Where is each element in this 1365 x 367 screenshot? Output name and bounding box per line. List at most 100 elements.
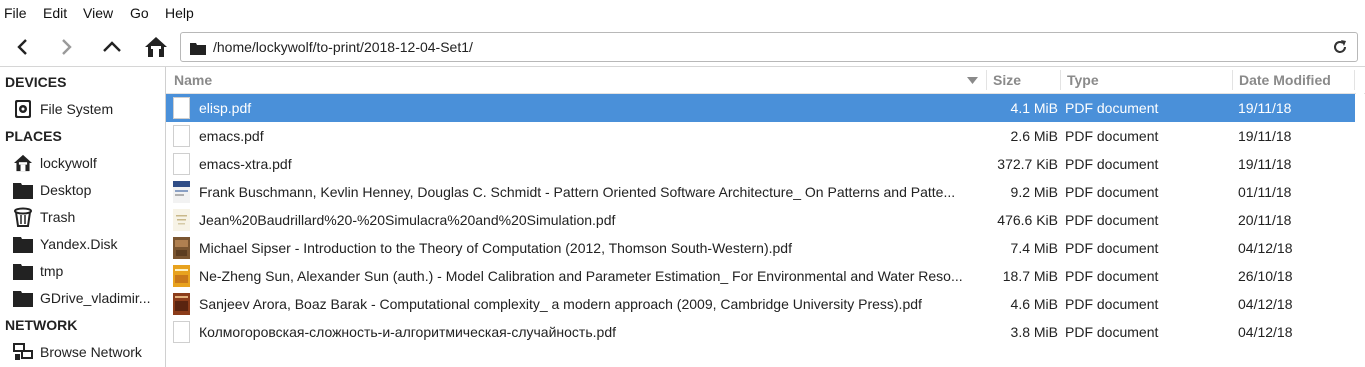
file-row[interactable]: Frank Buschmann, Kevlin Henney, Douglas … <box>166 178 1355 206</box>
file-name: emacs-xtra.pdf <box>199 156 292 172</box>
folder-icon <box>12 260 34 282</box>
file-name: Jean%20Baudrillard%20-%20Simulacra%20and… <box>199 212 616 228</box>
sidebar-item-browse-network[interactable]: Browse Network <box>12 340 162 364</box>
up-button[interactable] <box>96 32 128 62</box>
menu-bar: File Edit View Go Help <box>0 0 1365 27</box>
file-name: Frank Buschmann, Kevlin Henney, Douglas … <box>199 184 956 200</box>
file-type: PDF document <box>1065 296 1159 312</box>
sidebar-item-label: GDrive_vladimir... <box>40 290 151 306</box>
file-name: emacs.pdf <box>199 128 264 144</box>
back-button[interactable] <box>7 32 39 62</box>
column-header: Name Size Type Date Modified <box>166 67 1365 94</box>
column-divider[interactable] <box>1354 70 1355 90</box>
sort-descending-icon[interactable] <box>967 77 978 84</box>
file-name: Sanjeev Arora, Boaz Barak - Computationa… <box>199 296 922 312</box>
forward-button[interactable] <box>50 32 82 62</box>
file-date: 04/12/18 <box>1238 296 1293 312</box>
file-row[interactable]: elisp.pdf 4.1 MiB PDF document 19/11/18 <box>166 94 1355 122</box>
refresh-icon[interactable] <box>1332 39 1348 55</box>
file-row[interactable]: emacs.pdf 2.6 MiB PDF document 19/11/18 <box>166 122 1355 150</box>
sidebar-item-label: File System <box>40 101 114 117</box>
sidebar-item-trash[interactable]: Trash <box>12 205 162 229</box>
file-size: 476.6 KiB <box>997 212 1058 228</box>
file-date: 19/11/18 <box>1238 156 1292 172</box>
sidebar-item-yandex-disk[interactable]: Yandex.Disk <box>12 232 162 256</box>
file-size: 7.4 MiB <box>1010 240 1058 256</box>
pdf-thumbnail-icon <box>173 125 190 147</box>
pdf-thumbnail-icon <box>173 265 190 287</box>
scrollbar[interactable] <box>1356 67 1364 367</box>
folder-icon <box>12 287 34 309</box>
home-button[interactable] <box>140 32 172 62</box>
file-type: PDF document <box>1065 156 1159 172</box>
menu-edit[interactable]: Edit <box>43 5 67 21</box>
file-date: 04/12/18 <box>1238 240 1293 256</box>
file-size: 4.1 MiB <box>1010 100 1058 116</box>
file-row[interactable]: Колмогоровская-сложность-и-алгоритмическ… <box>166 318 1355 346</box>
file-row[interactable]: Jean%20Baudrillard%20-%20Simulacra%20and… <box>166 206 1355 234</box>
menu-go[interactable]: Go <box>130 5 149 21</box>
file-type: PDF document <box>1065 212 1159 228</box>
sidebar-heading-places: PLACES <box>5 128 62 144</box>
sidebar-item-lockywolf[interactable]: lockywolf <box>12 151 162 175</box>
sidebar: DEVICES File System PLACES lockywolf Des… <box>0 67 166 367</box>
file-row[interactable]: Michael Sipser - Introduction to the The… <box>166 234 1355 262</box>
location-path[interactable]: /home/lockywolf/to-print/2018-12-04-Set1… <box>213 39 473 55</box>
file-name: Колмогоровская-сложность-и-алгоритмическ… <box>199 324 616 340</box>
menu-file[interactable]: File <box>4 5 27 21</box>
file-type: PDF document <box>1065 268 1159 284</box>
sidebar-item-label: Yandex.Disk <box>40 236 118 252</box>
sidebar-item-file-system[interactable]: File System <box>12 97 162 121</box>
file-size: 372.7 KiB <box>997 156 1058 172</box>
file-row[interactable]: emacs-xtra.pdf 372.7 KiB PDF document 19/11… <box>166 150 1355 178</box>
column-date-header[interactable]: Date Modified <box>1239 67 1331 93</box>
column-name-header[interactable]: Name <box>174 67 212 93</box>
file-name: Ne-Zheng Sun, Alexander Sun (auth.) - Mo… <box>199 268 963 284</box>
pdf-thumbnail-icon <box>173 237 190 259</box>
trash-icon <box>12 206 34 228</box>
file-type: PDF document <box>1065 240 1159 256</box>
file-size: 4.6 MiB <box>1010 296 1058 312</box>
sidebar-item-label: Desktop <box>40 182 92 198</box>
sidebar-item-label: Browse Network <box>40 344 142 360</box>
file-row[interactable]: Sanjeev Arora, Boaz Barak - Computationa… <box>166 290 1355 318</box>
menu-view[interactable]: View <box>83 5 113 21</box>
home-icon <box>12 152 34 174</box>
pdf-thumbnail-icon <box>173 209 190 231</box>
pdf-thumbnail-icon <box>173 97 190 119</box>
column-type-header[interactable]: Type <box>1067 67 1099 93</box>
file-type: PDF document <box>1065 184 1159 200</box>
sidebar-item-gdrive[interactable]: GDrive_vladimir... <box>12 286 162 310</box>
file-size: 2.6 MiB <box>1010 128 1058 144</box>
column-size-header[interactable]: Size <box>993 67 1021 93</box>
menu-help[interactable]: Help <box>165 5 194 21</box>
column-divider[interactable] <box>1232 70 1233 90</box>
pdf-thumbnail-icon <box>173 181 190 203</box>
folder-icon <box>190 43 206 55</box>
file-date: 04/12/18 <box>1238 324 1293 340</box>
file-type: PDF document <box>1065 128 1159 144</box>
sidebar-item-label: tmp <box>40 263 64 279</box>
sidebar-item-tmp[interactable]: tmp <box>12 259 162 283</box>
network-icon <box>12 341 34 363</box>
drive-icon <box>12 98 34 120</box>
sidebar-item-label: lockywolf <box>40 155 97 171</box>
location-bar[interactable]: /home/lockywolf/to-print/2018-12-04-Set1… <box>180 32 1358 62</box>
column-divider[interactable] <box>1060 70 1061 90</box>
sidebar-item-desktop[interactable]: Desktop <box>12 178 162 202</box>
sidebar-heading-network: NETWORK <box>5 317 78 333</box>
file-name: Michael Sipser - Introduction to the The… <box>199 240 792 256</box>
up-arrow-icon <box>103 41 121 52</box>
pdf-thumbnail-icon <box>173 321 190 343</box>
file-name: elisp.pdf <box>199 100 252 116</box>
file-size: 3.8 MiB <box>1010 324 1058 340</box>
file-date: 19/11/18 <box>1238 100 1292 116</box>
back-arrow-icon <box>17 39 27 55</box>
home-icon <box>145 37 167 57</box>
file-row[interactable]: Ne-Zheng Sun, Alexander Sun (auth.) - Mo… <box>166 262 1355 290</box>
column-divider[interactable] <box>986 70 987 90</box>
pdf-thumbnail-icon <box>173 153 190 175</box>
file-date: 26/10/18 <box>1238 268 1293 284</box>
pdf-thumbnail-icon <box>173 293 190 315</box>
file-size: 18.7 MiB <box>1002 268 1058 284</box>
